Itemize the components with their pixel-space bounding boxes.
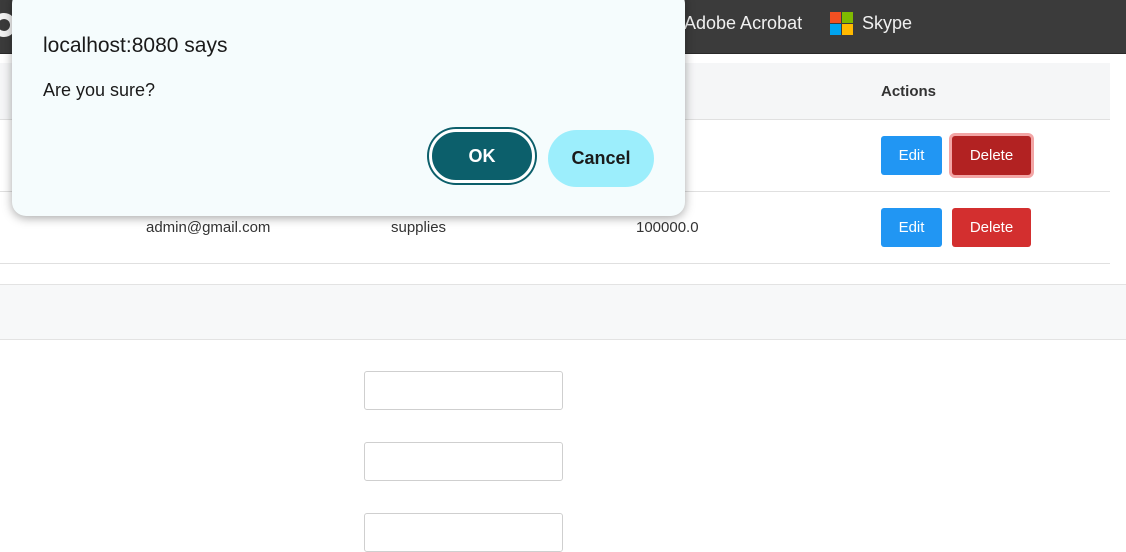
delete-button[interactable]: Delete bbox=[952, 208, 1031, 247]
form-input-1[interactable] bbox=[364, 371, 563, 410]
microsoft-logo-icon bbox=[830, 11, 853, 35]
edit-button[interactable]: Edit bbox=[881, 136, 942, 175]
form-input-3[interactable] bbox=[364, 513, 563, 552]
email-cell: admin@gmail.com bbox=[146, 219, 271, 236]
dialog-title: localhost:8080 says bbox=[43, 34, 228, 57]
form-section-header bbox=[0, 284, 1126, 340]
amount-cell: 100000.0 bbox=[636, 219, 699, 236]
form-input-2[interactable] bbox=[364, 442, 563, 481]
bookmark-label: Skype bbox=[862, 12, 913, 33]
delete-button[interactable]: Delete bbox=[952, 136, 1031, 175]
bookmark-adobe-acrobat[interactable]: Adobe Acrobat bbox=[684, 0, 802, 46]
edit-button[interactable]: Edit bbox=[881, 208, 942, 247]
dialog-message: Are you sure? bbox=[43, 80, 156, 100]
category-cell: supplies bbox=[391, 219, 447, 236]
cancel-button[interactable]: Cancel bbox=[548, 130, 654, 187]
ok-button[interactable]: OK bbox=[429, 129, 535, 183]
confirm-dialog: localhost:8080 says Are you sure? OK Can… bbox=[12, 0, 685, 216]
bookmark-skype[interactable]: Skype bbox=[830, 0, 912, 46]
actions-header: Actions bbox=[881, 83, 937, 100]
bookmark-label: Adobe Acrobat bbox=[684, 12, 803, 33]
